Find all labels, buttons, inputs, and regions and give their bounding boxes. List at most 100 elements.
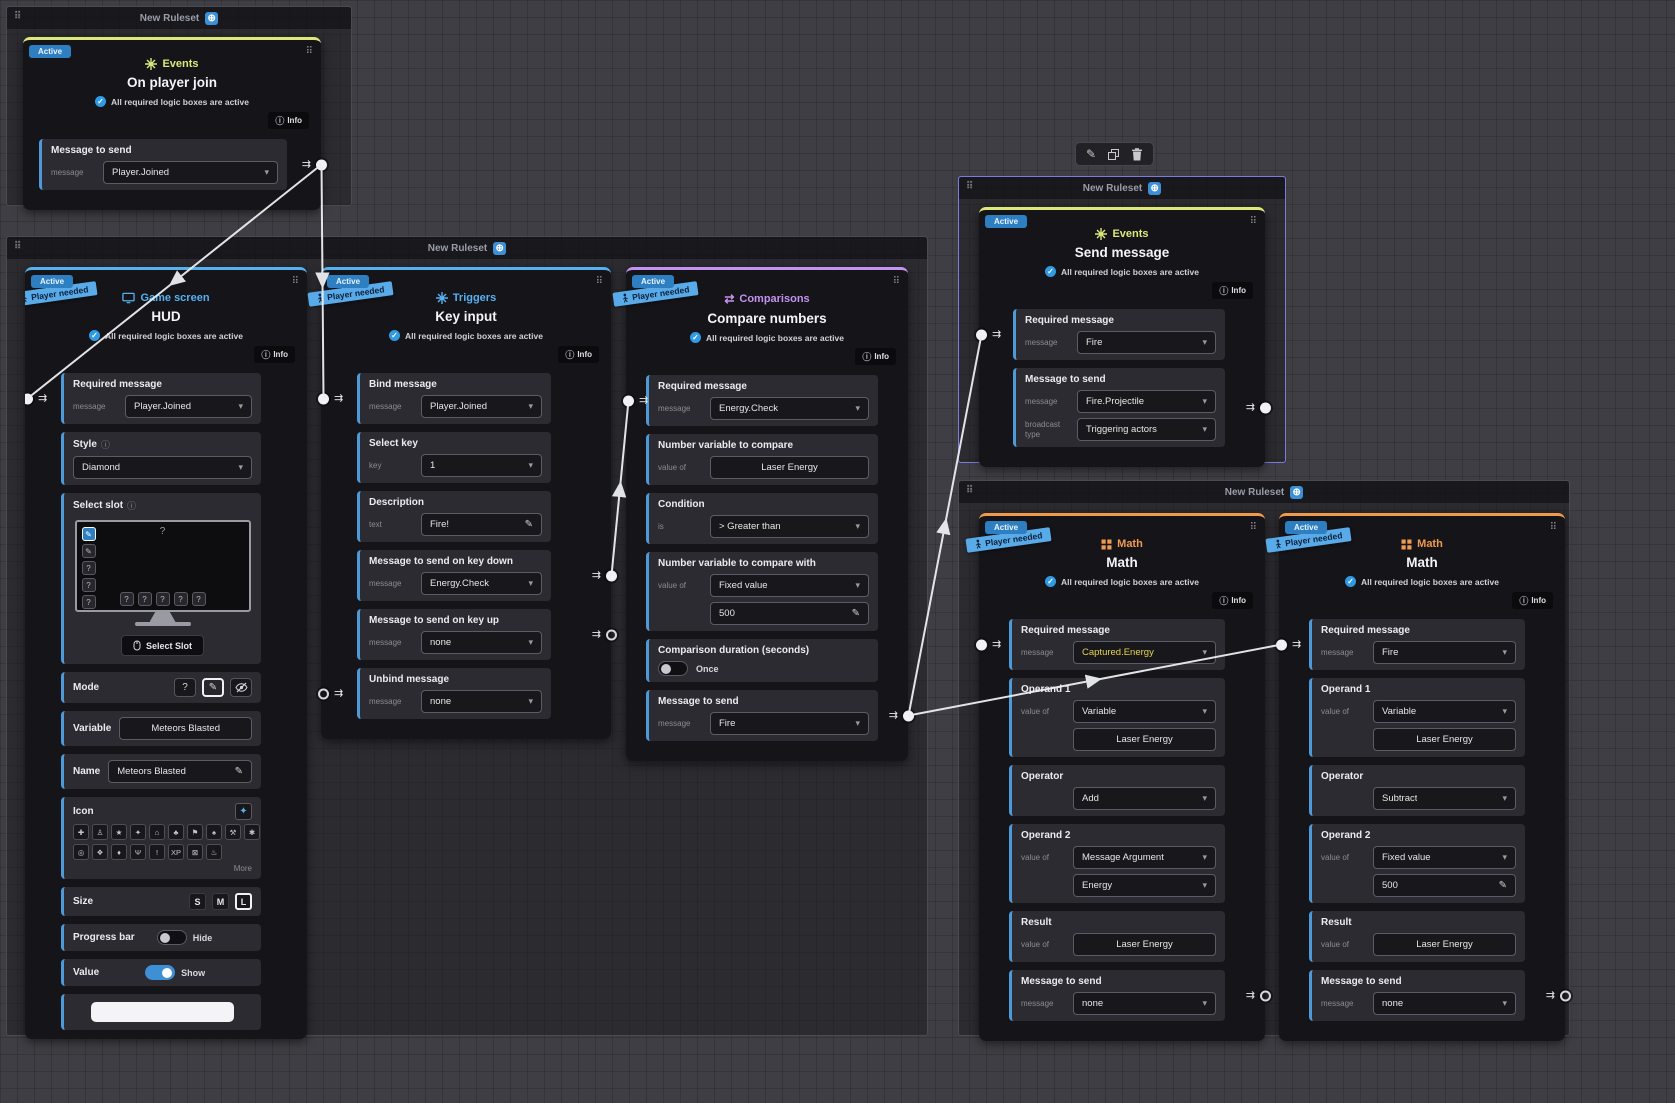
info-tab[interactable]: ⓘInfo bbox=[558, 346, 599, 363]
icon-option[interactable]: ♣ bbox=[168, 824, 184, 840]
drag-handle-icon[interactable]: ⠿ bbox=[14, 241, 22, 252]
message-dropdown[interactable]: Player.Joined▾ bbox=[103, 161, 278, 184]
message-dropdown[interactable]: Energy.Check▾ bbox=[421, 572, 542, 595]
message-dropdown[interactable]: Fire▾ bbox=[1077, 331, 1216, 354]
connector-dot[interactable] bbox=[316, 159, 327, 170]
edit-pencil-icon[interactable]: ✎ bbox=[1493, 880, 1507, 891]
icon-option[interactable]: ⚑ bbox=[187, 824, 203, 840]
message-dropdown[interactable]: Fire▾ bbox=[1373, 641, 1516, 664]
message-dropdown[interactable]: Captured.Energy▾ bbox=[1073, 641, 1216, 664]
output-connector[interactable]: ⇉ bbox=[302, 159, 327, 170]
output-connector[interactable]: ⇉ bbox=[1546, 990, 1571, 1001]
info-tab[interactable]: ⓘInfo bbox=[254, 346, 295, 363]
message-dropdown[interactable]: Fire▾ bbox=[710, 712, 869, 735]
input-connector[interactable]: ⇉ bbox=[25, 393, 47, 404]
send-message-card[interactable]: Active ⠿ Events Send message ✓ All requi… bbox=[979, 207, 1265, 467]
icon-option[interactable]: ❖ bbox=[92, 844, 108, 860]
fixed-value-field[interactable]: 500✎ bbox=[1373, 874, 1516, 897]
drag-handle-icon[interactable]: ⠿ bbox=[14, 11, 22, 22]
size-small-button[interactable]: S bbox=[189, 893, 206, 910]
edit-pencil-icon[interactable]: ✎ bbox=[846, 608, 860, 619]
connector-dot[interactable] bbox=[1260, 402, 1271, 413]
broadcast-type-dropdown[interactable]: Triggering actors▾ bbox=[1077, 418, 1216, 441]
delete-button[interactable] bbox=[1131, 148, 1143, 161]
message-dropdown[interactable]: none▾ bbox=[1073, 992, 1216, 1015]
drag-handle-icon[interactable]: ⠿ bbox=[1250, 216, 1257, 227]
mode-hidden-button[interactable] bbox=[230, 678, 252, 697]
variable-button[interactable]: Laser Energy bbox=[1373, 728, 1516, 751]
slot-option-selected[interactable]: ✎ bbox=[82, 527, 96, 541]
icon-option[interactable]: ♙ bbox=[92, 824, 108, 840]
icon-option[interactable]: ⊠ bbox=[187, 844, 203, 860]
variable-button[interactable]: Laser Energy bbox=[710, 456, 869, 479]
value-toggle[interactable] bbox=[145, 965, 175, 980]
message-dropdown[interactable]: Fire.Projectile▾ bbox=[1077, 390, 1216, 413]
input-connector[interactable]: ⇉ bbox=[318, 393, 343, 404]
connector-dot[interactable] bbox=[903, 710, 914, 721]
icon-option[interactable]: ♨ bbox=[206, 844, 222, 860]
description-field[interactable]: Fire!✎ bbox=[421, 513, 542, 536]
slot-option[interactable]: ? bbox=[82, 578, 96, 592]
math-card-1[interactable]: Active Player needed ⠿ Math Math ✓ All r… bbox=[979, 513, 1265, 1041]
input-connector[interactable]: ⇉ bbox=[623, 395, 648, 406]
drag-handle-icon[interactable]: ⠿ bbox=[893, 276, 900, 287]
ruleset-header[interactable]: ⠿ New Ruleset ⊕ bbox=[7, 237, 927, 259]
icon-option[interactable]: ♠ bbox=[206, 824, 222, 840]
size-medium-button[interactable]: M bbox=[212, 893, 229, 910]
message-dropdown[interactable]: none▾ bbox=[421, 690, 542, 713]
connector-dot[interactable] bbox=[318, 688, 329, 699]
variable-button[interactable]: Laser Energy bbox=[1073, 933, 1216, 956]
message-dropdown[interactable]: Energy.Check▾ bbox=[710, 397, 869, 420]
value-type-dropdown[interactable]: Fixed value▾ bbox=[1373, 846, 1516, 869]
connector-dot[interactable] bbox=[1276, 639, 1287, 650]
drag-handle-icon[interactable]: ⠿ bbox=[1550, 522, 1557, 533]
variable-button[interactable]: Meteors Blasted bbox=[119, 717, 252, 740]
argument-dropdown[interactable]: Energy▾ bbox=[1073, 874, 1216, 897]
ruleset-header[interactable]: ⠿ New Ruleset ⊕ bbox=[959, 481, 1569, 503]
drag-handle-icon[interactable]: ⠿ bbox=[596, 276, 603, 287]
ruleset-header[interactable]: ⠿ New Ruleset ⊕ bbox=[7, 7, 351, 29]
slot-option[interactable]: ? bbox=[138, 592, 152, 606]
info-tab[interactable]: ⓘInfo bbox=[1212, 282, 1253, 299]
icon-option[interactable]: ✚ bbox=[73, 824, 89, 840]
variable-button[interactable]: Laser Energy bbox=[1373, 933, 1516, 956]
message-dropdown[interactable]: none▾ bbox=[1373, 992, 1516, 1015]
key-input-card[interactable]: Active Player needed ⠿ Triggers Key inpu… bbox=[321, 267, 611, 739]
on-player-join-card[interactable]: Active ⠿ Events On player join ✓ All req… bbox=[23, 37, 321, 210]
color-swatch-button[interactable] bbox=[91, 1002, 234, 1022]
input-connector[interactable]: ⇉ bbox=[318, 688, 343, 699]
message-dropdown[interactable]: Player.Joined▾ bbox=[421, 395, 542, 418]
slot-option[interactable]: ? bbox=[192, 592, 206, 606]
size-large-button[interactable]: L bbox=[235, 893, 252, 910]
icon-option[interactable]: ✦ bbox=[130, 824, 146, 840]
icon-option[interactable]: ♦ bbox=[111, 844, 127, 860]
more-link[interactable]: More bbox=[73, 864, 252, 873]
icon-option[interactable]: ★ bbox=[111, 824, 127, 840]
slot-preview-screen[interactable]: ? ✎ ✎ ? ? ? ? ? ? ? ? bbox=[75, 520, 251, 612]
slot-question[interactable]: ? bbox=[160, 526, 166, 537]
output-connector[interactable]: ⇉ bbox=[1246, 990, 1271, 1001]
output-connector[interactable]: ⇉ bbox=[592, 629, 617, 640]
math-card-2[interactable]: Active Player needed ⠿ Math Math ✓ All r… bbox=[1279, 513, 1565, 1041]
condition-dropdown[interactable]: > Greater than▾ bbox=[710, 515, 869, 538]
info-circle-icon[interactable]: ⓘ bbox=[127, 499, 136, 512]
mode-question-button[interactable]: ? bbox=[174, 678, 196, 697]
slot-option[interactable]: ? bbox=[82, 561, 96, 575]
info-circle-icon[interactable]: ⓘ bbox=[101, 438, 110, 451]
hud-card[interactable]: Active Player needed ⠿ Game screen HUD ✓… bbox=[25, 267, 307, 1039]
edit-button[interactable]: ✎ bbox=[1086, 147, 1096, 161]
connector-dot[interactable] bbox=[606, 570, 617, 581]
drag-handle-icon[interactable]: ⠿ bbox=[966, 181, 974, 192]
add-icon[interactable]: ⊕ bbox=[1148, 182, 1161, 195]
icon-option[interactable]: ⚒ bbox=[225, 824, 241, 840]
value-type-dropdown[interactable]: Message Argument▾ bbox=[1073, 846, 1216, 869]
drag-handle-icon[interactable]: ⠿ bbox=[966, 485, 974, 496]
once-toggle[interactable] bbox=[658, 661, 688, 676]
output-connector[interactable]: ⇉ bbox=[889, 710, 914, 721]
input-connector[interactable]: ⇉ bbox=[976, 639, 1001, 650]
key-dropdown[interactable]: 1▾ bbox=[421, 454, 542, 477]
connector-dot[interactable] bbox=[1560, 990, 1571, 1001]
icon-option[interactable]: ◎ bbox=[73, 844, 89, 860]
input-connector[interactable]: ⇉ bbox=[976, 329, 1001, 340]
add-icon[interactable]: ⊕ bbox=[1290, 486, 1303, 499]
